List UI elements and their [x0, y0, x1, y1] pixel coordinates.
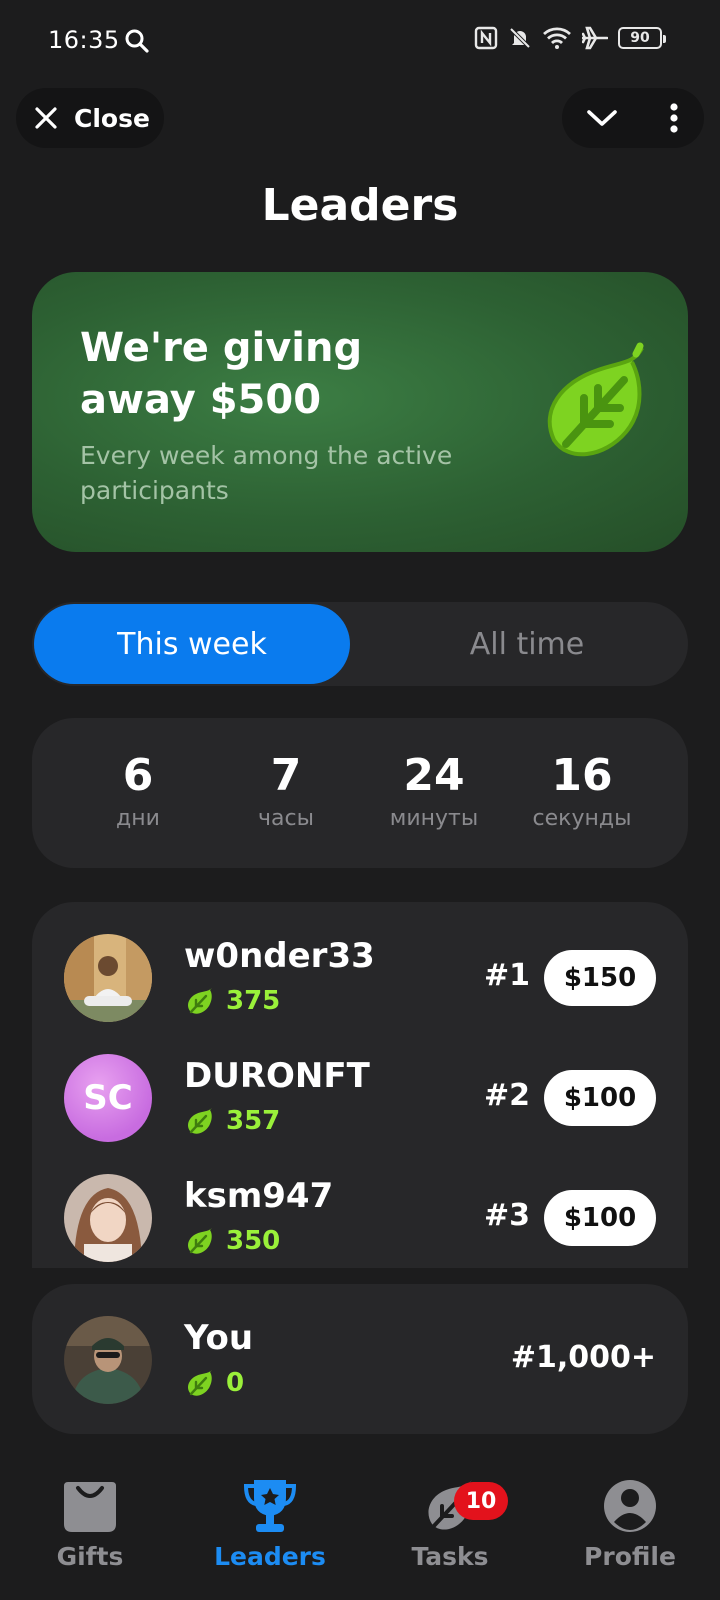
- nav-label: Gifts: [56, 1542, 124, 1571]
- rank: #1,000+: [510, 1340, 656, 1375]
- period-toggle: This week All time: [32, 602, 688, 686]
- nav-tasks[interactable]: 10 Tasks: [360, 1460, 540, 1571]
- countdown-value: 16: [551, 750, 613, 801]
- banner-subtitle: Every week among the active participants: [80, 441, 453, 505]
- nav-profile[interactable]: Profile: [540, 1460, 720, 1571]
- prize-badge: $100: [544, 1190, 656, 1246]
- trophy-icon: [243, 1480, 297, 1532]
- chevron-down-icon[interactable]: [584, 104, 620, 132]
- countdown-seconds: 16 секунды: [508, 718, 656, 868]
- mute-bell-icon: [509, 27, 531, 49]
- current-user-card[interactable]: You 0 #1,000+: [32, 1284, 688, 1434]
- countdown-minutes: 24 минуты: [360, 718, 508, 868]
- username: ksm947: [184, 1176, 334, 1216]
- score-value: 375: [226, 986, 281, 1016]
- avatar: [64, 1174, 152, 1262]
- score-value: 350: [226, 1226, 281, 1256]
- tab-all-time[interactable]: All time: [368, 604, 686, 684]
- rank: #1: [483, 958, 530, 993]
- status-time: 16:35: [48, 26, 120, 54]
- leaderboard-row[interactable]: ksm947 350 #3 $100: [32, 1174, 688, 1268]
- nav-leaders[interactable]: Leaders: [180, 1460, 360, 1571]
- score: 350: [184, 1226, 280, 1256]
- countdown-unit: секунды: [532, 806, 632, 831]
- more-options-icon[interactable]: [668, 102, 680, 134]
- username: DURONFT: [184, 1056, 370, 1096]
- countdown-timer: 6 дни 7 часы 24 минуты 16 секунды: [32, 718, 688, 868]
- countdown-value: 24: [403, 750, 465, 801]
- score: 0: [184, 1368, 244, 1398]
- avatar: SC: [64, 1054, 152, 1142]
- battery-indicator: 90: [618, 27, 666, 49]
- banner-headline: We're giving away $500: [80, 325, 363, 423]
- close-icon: [35, 107, 57, 129]
- countdown-days: 6 дни: [64, 718, 212, 868]
- prize-badge: $100: [544, 1070, 656, 1126]
- search-icon: [125, 29, 149, 53]
- wifi-icon: [543, 27, 571, 49]
- page-title: Leaders: [261, 180, 459, 231]
- airplane-icon: [582, 26, 608, 50]
- rank: #2: [483, 1078, 530, 1113]
- avatar: [64, 934, 152, 1022]
- avatar: [64, 1316, 152, 1404]
- countdown-unit: дни: [116, 806, 160, 831]
- rank: #3: [483, 1198, 530, 1233]
- person-icon: [604, 1480, 656, 1532]
- nav-label: Leaders: [214, 1542, 326, 1571]
- score-value: 357: [226, 1106, 281, 1136]
- leaf-icon: [188, 1228, 212, 1254]
- nav-gifts[interactable]: Gifts: [0, 1460, 180, 1571]
- countdown-unit: часы: [258, 806, 314, 831]
- close-label: Close: [74, 103, 150, 133]
- bag-icon: [64, 1482, 116, 1532]
- close-button[interactable]: Close: [16, 88, 164, 148]
- countdown-value: 7: [270, 750, 302, 801]
- username: w0nder33: [184, 936, 375, 976]
- prize-badge: $150: [544, 950, 656, 1006]
- tab-this-week[interactable]: This week: [34, 604, 350, 684]
- score: 357: [184, 1106, 280, 1136]
- score: 375: [184, 986, 280, 1016]
- bottom-nav: Gifts Leaders 10 Tasks Profile: [0, 1460, 720, 1600]
- leaderboard-row[interactable]: w0nder33 375 #1 $150: [32, 934, 688, 1034]
- username: You: [184, 1318, 254, 1358]
- leaf-icon: [188, 1108, 212, 1134]
- countdown-value: 6: [122, 750, 154, 801]
- nfc-icon: [474, 26, 498, 50]
- leaf-icon: [547, 342, 644, 457]
- tasks-badge: 10: [454, 1482, 508, 1520]
- leaderboard-row[interactable]: SC DURONFT 357 #2 $100: [32, 1054, 688, 1154]
- leaf-icon: [188, 988, 212, 1014]
- status-bar: 16:35 90: [0, 0, 720, 84]
- menu-pill: [562, 88, 704, 148]
- countdown-hours: 7 часы: [212, 718, 360, 868]
- leaf-icon: [188, 1370, 212, 1396]
- leaderboard-list: w0nder33 375 #1 $150 SC DURONFT 357 #2 $…: [32, 902, 688, 1268]
- score-value: 0: [226, 1368, 245, 1398]
- nav-label: Profile: [584, 1542, 676, 1571]
- current-user-row: You 0 #1,000+: [32, 1316, 688, 1416]
- nav-label: Tasks: [411, 1542, 489, 1571]
- countdown-unit: минуты: [389, 806, 479, 831]
- promo-banner: We're giving away $500 Every week among …: [32, 272, 688, 552]
